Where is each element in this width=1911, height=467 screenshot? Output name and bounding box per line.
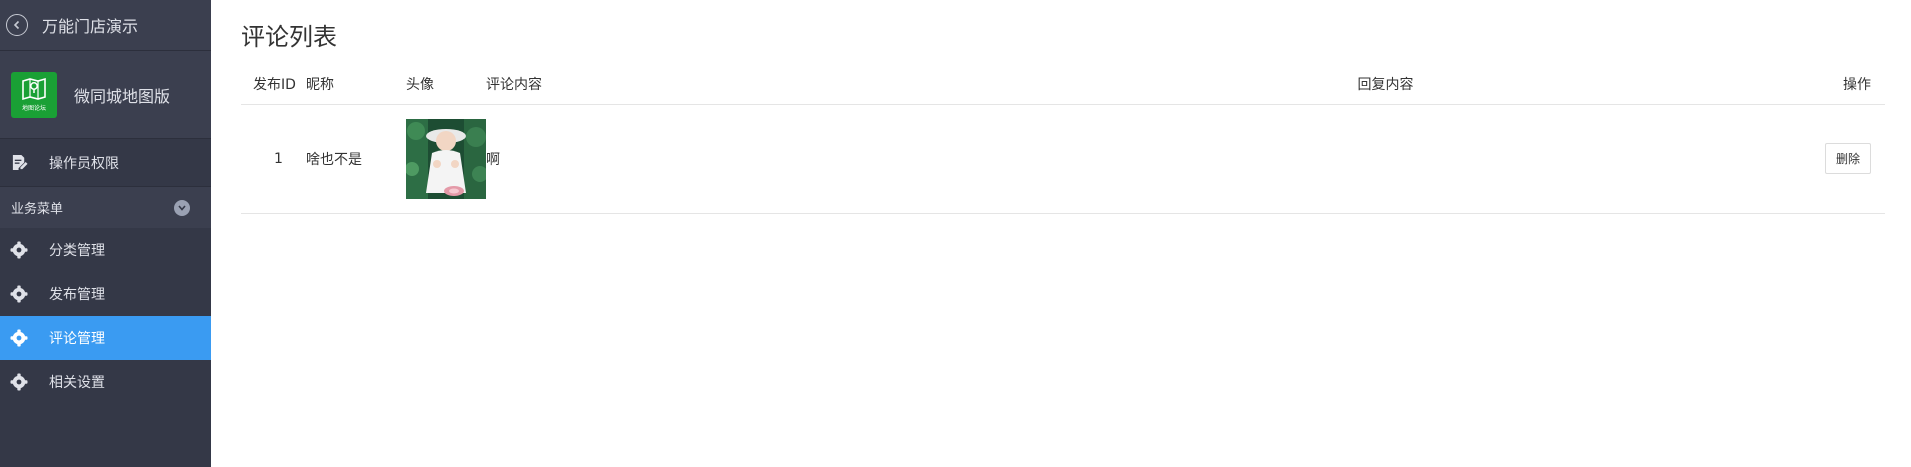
sidebar-item-label: 发布管理 [49,287,105,303]
cell-comment: 啊 [486,104,986,214]
sidebar-item-permissions[interactable]: 操作员权限 [0,139,211,187]
cell-reply [986,104,1785,214]
gear-icon [10,285,28,303]
sidebar-item-comments[interactable]: 评论管理 [0,316,211,360]
sidebar-item-label: 相关设置 [49,375,105,391]
store-name: 万能门店演示 [42,17,139,36]
store-header: 万能门店演示 [0,0,211,51]
sidebar-item-posts[interactable]: 发布管理 [0,272,211,316]
cell-id: 1 [241,104,306,214]
sidebar-item-label: 评论管理 [49,331,105,347]
sidebar-item-settings[interactable]: 相关设置 [0,360,211,404]
column-header-avatar: 头像 [406,64,486,105]
gear-icon [10,241,28,259]
table-row: 1 啥也不是 啊 删除 [241,104,1885,214]
sidebar: 万能门店演示 地图论坛 微同城地图版 操作员权限 业务菜单 分类管理 发布管理 … [0,0,211,467]
sidebar-item-categories[interactable]: 分类管理 [0,228,211,272]
app-name: 微同城地图版 [74,86,171,106]
column-header-nickname: 昵称 [306,64,406,105]
business-menu-toggle[interactable]: 业务菜单 [0,187,211,228]
column-header-id: 发布ID [241,64,306,105]
cell-nickname: 啥也不是 [306,104,406,214]
chevron-down-icon [174,199,190,216]
column-header-actions: 操作 [1785,64,1885,105]
gear-icon [10,329,28,347]
chevron-left-icon [13,20,20,30]
table-header-row: 发布ID 昵称 头像 评论内容 回复内容 操作 [241,64,1885,105]
main-content: 评论列表 发布ID 昵称 头像 评论内容 回复内容 操作 1 啥也不是 啊 删除 [211,0,1911,467]
gear-icon [10,373,28,391]
map-pin-icon [22,77,46,101]
sidebar-item-label: 操作员权限 [49,155,119,172]
comment-table: 发布ID 昵称 头像 评论内容 回复内容 操作 1 啥也不是 啊 删除 [241,64,1885,214]
column-header-reply: 回复内容 [986,64,1785,105]
back-button[interactable] [6,14,28,36]
app-header: 地图论坛 微同城地图版 [0,51,211,139]
delete-button[interactable]: 删除 [1824,143,1871,174]
cell-avatar [406,104,486,214]
group-label: 业务菜单 [11,202,64,217]
app-logo-text: 地图论坛 [21,105,46,112]
app-logo: 地图论坛 [11,71,57,118]
column-header-comment: 评论内容 [486,64,986,105]
page-title: 评论列表 [241,23,337,51]
avatar [406,118,486,199]
cell-actions: 删除 [1785,104,1885,214]
sidebar-item-label: 分类管理 [49,243,105,259]
edit-document-icon [10,154,28,172]
